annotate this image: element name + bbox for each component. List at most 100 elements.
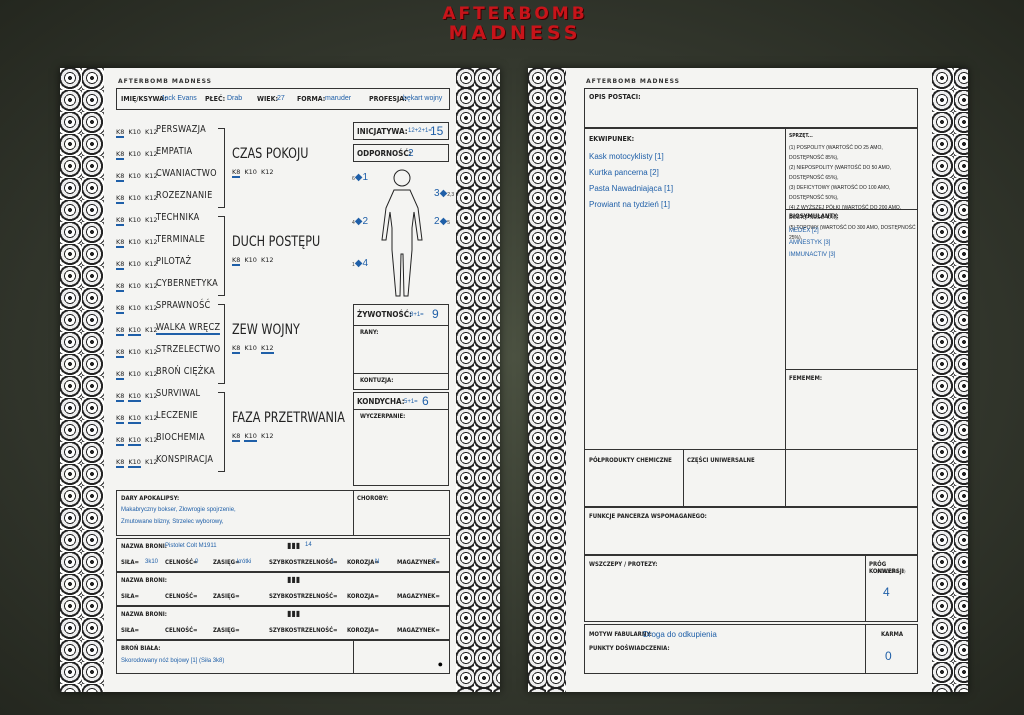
die-option[interactable]: K10 bbox=[128, 282, 141, 290]
die-option[interactable]: K10 bbox=[128, 194, 141, 202]
die-option[interactable]: K12 bbox=[261, 432, 274, 440]
dice-row[interactable]: K8 K10 K12 bbox=[116, 458, 162, 468]
die-option[interactable]: K8 bbox=[116, 172, 125, 182]
dice-row[interactable]: K8 K10 K12 bbox=[116, 436, 162, 446]
armor-legs[interactable]: 1◆4 bbox=[352, 258, 368, 269]
armor-torso-left[interactable]: 4◆2 bbox=[352, 216, 368, 227]
dice-row[interactable]: K8 K10 K12 bbox=[116, 370, 162, 380]
equipment-item[interactable]: Pasta Nawadniająca [1] bbox=[589, 181, 673, 197]
die-option[interactable]: K8 bbox=[116, 150, 125, 160]
dice-row[interactable]: K8 K10 K12 bbox=[116, 150, 162, 160]
biosimulant-item[interactable]: AMNESTYK [3] bbox=[789, 237, 835, 249]
die-option[interactable]: K10 bbox=[244, 256, 257, 264]
die-option[interactable]: K10 bbox=[244, 168, 257, 176]
dice-row[interactable]: K8 K10 K12 bbox=[116, 326, 162, 336]
resistance-value[interactable]: 2 bbox=[408, 148, 414, 159]
die-option[interactable]: K10 bbox=[128, 172, 141, 180]
die-option[interactable]: K8 bbox=[232, 344, 241, 354]
dice-row[interactable]: K8 K10 K12 bbox=[116, 348, 162, 358]
initiative-value[interactable]: 15 bbox=[430, 124, 443, 138]
equipment-item[interactable]: Kask motocyklisty [1] bbox=[589, 149, 673, 165]
die-option[interactable]: K8 bbox=[116, 348, 125, 358]
die-option[interactable]: K8 bbox=[116, 370, 125, 380]
die-option[interactable]: K12 bbox=[261, 168, 274, 176]
die-option[interactable]: K10 bbox=[128, 326, 141, 336]
phase-dice[interactable]: K8 K10 K12 bbox=[232, 432, 278, 442]
die-option[interactable]: K8 bbox=[116, 304, 125, 314]
die-option[interactable]: K10 bbox=[128, 414, 141, 424]
vitality-value[interactable]: 9 bbox=[432, 307, 439, 321]
die-option[interactable]: K8 bbox=[232, 168, 241, 178]
die-option[interactable]: K8 bbox=[232, 432, 241, 442]
dice-row[interactable]: K8 K10 K12 bbox=[116, 414, 162, 424]
die-option[interactable]: K10 bbox=[244, 432, 257, 442]
die-option[interactable]: K8 bbox=[116, 326, 125, 336]
armor-torso-right[interactable]: 2◆5 bbox=[434, 216, 450, 227]
age-value[interactable]: 27 bbox=[277, 95, 285, 102]
dice-row[interactable]: K8 K10 K12 bbox=[116, 392, 162, 402]
motive-value[interactable]: Droga do odkupienia bbox=[643, 630, 717, 639]
die-option[interactable]: K8 bbox=[116, 282, 125, 292]
die-option[interactable]: K10 bbox=[128, 260, 141, 268]
dice-row[interactable]: K8 K10 K12 bbox=[116, 128, 162, 138]
die-option[interactable]: K10 bbox=[128, 216, 141, 224]
description-box[interactable]: OPIS POSTACI: bbox=[584, 88, 918, 128]
gifts-text-1[interactable]: Makabryczny bokser, Złowrogie spojrzenie… bbox=[121, 507, 236, 513]
die-option[interactable]: K10 bbox=[128, 304, 141, 312]
armor-right-arm[interactable]: 3◆2,3 bbox=[434, 188, 454, 199]
conversion-value[interactable]: 4 bbox=[883, 585, 890, 599]
weapon-stat-value[interactable]: krótki bbox=[237, 559, 251, 565]
dice-row[interactable]: K8 K10 K12 bbox=[116, 260, 162, 270]
biosimulant-item[interactable]: IMMUNACTIV [3] bbox=[789, 249, 835, 261]
gifts-text-2[interactable]: Zmutowane blizny, Strzelec wyborowy, bbox=[121, 519, 223, 525]
die-option[interactable]: K10 bbox=[128, 458, 141, 468]
die-option[interactable]: K12 bbox=[260, 344, 274, 354]
sex-value[interactable]: Drab bbox=[227, 95, 242, 102]
weapon-stat-value[interactable]: 0 bbox=[195, 559, 198, 565]
name-value[interactable]: Jack Evans bbox=[161, 95, 197, 102]
melee-text[interactable]: Skorodowany nóż bojowy [1] (Siła 3k8) bbox=[121, 658, 224, 664]
ammo-count[interactable]: 14 bbox=[305, 542, 312, 548]
phase-dice[interactable]: K8 K10 K12 bbox=[232, 256, 278, 266]
die-option[interactable]: K10 bbox=[128, 238, 141, 246]
weapon-stat-value[interactable]: 1 bbox=[331, 559, 334, 565]
biosimulant-item[interactable]: MEDEX [2] bbox=[789, 225, 835, 237]
die-option[interactable]: K8 bbox=[116, 216, 125, 226]
dice-row[interactable]: K8 K10 K12 bbox=[116, 216, 162, 226]
die-option[interactable]: K10 bbox=[128, 128, 141, 136]
phase-dice[interactable]: K8 K10 K12 bbox=[232, 168, 278, 178]
die-option[interactable]: K8 bbox=[116, 128, 125, 138]
form-value[interactable]: maruder bbox=[325, 95, 351, 102]
weapon-name-value[interactable]: Pistolet Colt M1911 bbox=[165, 543, 217, 549]
dice-row[interactable]: K8 K10 K12 bbox=[116, 194, 162, 204]
die-option[interactable]: K8 bbox=[116, 392, 125, 402]
die-option[interactable]: K12 bbox=[261, 256, 274, 264]
armor-functions-box[interactable]: FUNKCJE PANCERZA WSPOMAGANEGO: bbox=[584, 506, 918, 556]
die-option[interactable]: K8 bbox=[116, 458, 125, 468]
dice-row[interactable]: K8 K10 K12 bbox=[116, 304, 162, 314]
die-option[interactable]: K8 bbox=[116, 436, 125, 446]
die-option[interactable]: K8 bbox=[116, 260, 125, 270]
dice-row[interactable]: K8 K10 K12 bbox=[116, 172, 162, 182]
die-option[interactable]: K8 bbox=[116, 238, 125, 248]
dice-row[interactable]: K8 K10 K12 bbox=[116, 282, 162, 292]
die-option[interactable]: K10 bbox=[128, 150, 141, 158]
equipment-item[interactable]: Kurtka pancerna [2] bbox=[589, 165, 673, 181]
dice-row[interactable]: K8 K10 K12 bbox=[116, 238, 162, 248]
die-option[interactable]: K8 bbox=[116, 414, 125, 424]
phase-dice[interactable]: K8 K10 K12 bbox=[232, 344, 278, 354]
die-option[interactable]: K8 bbox=[232, 256, 241, 266]
weapon-stat-value[interactable]: N bbox=[375, 559, 379, 565]
armor-head[interactable]: 6◆1 bbox=[352, 172, 368, 183]
die-option[interactable]: K8 bbox=[116, 194, 125, 204]
weapon-stat-value[interactable]: 3k10 bbox=[145, 559, 158, 565]
condition-value[interactable]: 6 bbox=[422, 394, 429, 408]
die-option[interactable]: K10 bbox=[128, 348, 141, 356]
equipment-item[interactable]: Prowiant na tydzień [1] bbox=[589, 197, 673, 213]
die-option[interactable]: K10 bbox=[128, 392, 141, 402]
die-option[interactable]: K10 bbox=[128, 370, 141, 378]
profession-value[interactable]: bękart wojny bbox=[403, 95, 442, 102]
karma-value[interactable]: 0 bbox=[885, 649, 892, 663]
die-option[interactable]: K10 bbox=[128, 436, 141, 446]
die-option[interactable]: K10 bbox=[244, 344, 257, 352]
